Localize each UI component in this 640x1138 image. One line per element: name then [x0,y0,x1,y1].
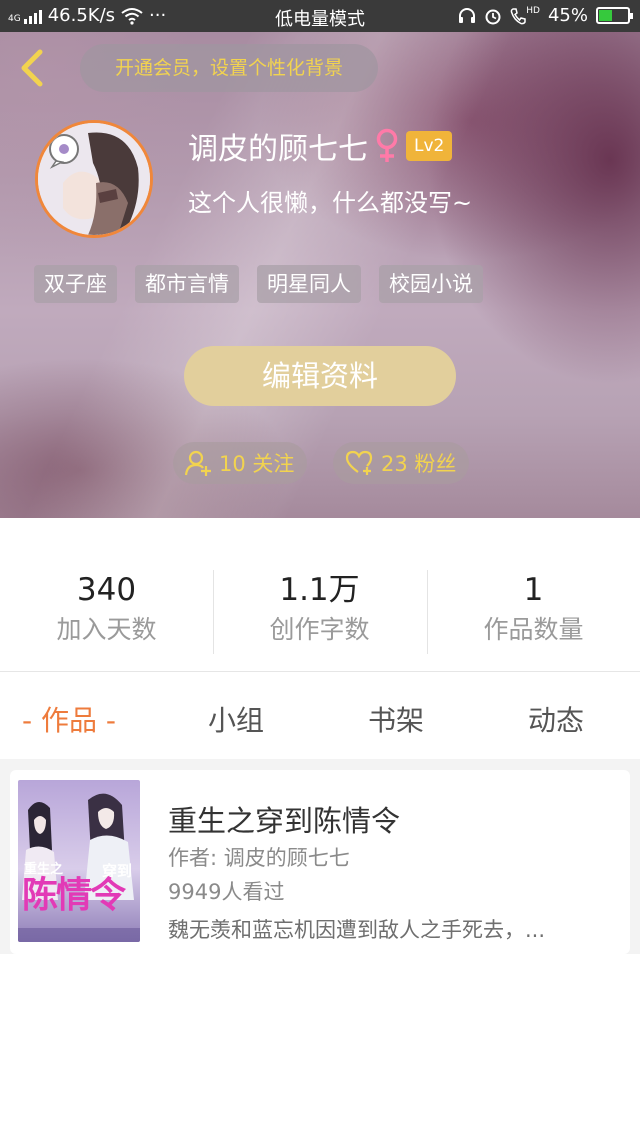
stat-value: 340 [76,572,137,608]
username-row: 调皮的顾七七 Lv2 [188,124,453,168]
fans-button[interactable]: 23 粉丝 [333,442,469,484]
tab-activity[interactable]: 动态 [528,699,584,739]
level-badge: Lv2 [406,131,453,161]
stat-days-joined[interactable]: 340 加入天数 [0,570,213,650]
following-button[interactable]: 10 关注 [173,442,307,484]
tab-groups[interactable]: 小组 [208,699,264,739]
hd-label: HD [526,5,540,16]
tag-zodiac: 双子座 [34,265,117,303]
female-gender-icon [376,128,398,162]
vip-background-button[interactable]: 开通会员，设置个性化背景 [80,44,378,92]
battery-icon [596,7,633,24]
stat-value: 1.1万 [279,572,360,608]
user-bio: 这个人很懒，什么都没写~ [188,189,473,217]
following-count: 10 关注 [219,452,295,476]
fans-count: 23 粉丝 [381,452,457,476]
stat-value: 1 [523,572,544,608]
user-add-icon [185,450,211,476]
tab-bookshelf[interactable]: 书架 [368,699,424,739]
call-icon [510,7,527,24]
status-bar: 4G 46.5K/s ··· 低电量模式 HD 45% [0,0,640,32]
battery-fill [599,10,612,21]
avatar-illustration [38,123,150,235]
tag-campus-novel: 校园小说 [379,265,483,303]
stat-works-count[interactable]: 1 作品数量 [427,570,640,650]
book-views: 9949人看过 [168,880,285,904]
tab-works[interactable]: - 作品 - [22,699,116,739]
edit-profile-button[interactable]: 编辑资料 [184,346,456,406]
tag-celebrity-fanfic: 明星同人 [257,265,361,303]
headset-icon [459,7,476,23]
book-author: 作者: 调皮的顾七七 [168,846,350,870]
profile-tabs: - 作品 - 小组 书架 动态 [0,673,640,759]
stat-label: 加入天数 [56,615,157,644]
avatar[interactable] [35,120,153,238]
back-arrow-icon[interactable] [14,48,54,88]
work-card[interactable]: 重生之 穿到 陈情令 重生之穿到陈情令 作者: 调皮的顾七七 9949人看过 魏… [10,770,630,954]
book-title[interactable]: 重生之穿到陈情令 [168,798,400,840]
interest-tags: 双子座 都市言情 明星同人 校园小说 [34,265,483,303]
stat-label: 作品数量 [483,615,584,644]
tag-urban-romance: 都市言情 [135,265,239,303]
username: 调皮的顾七七 [188,132,368,167]
heart-icon [345,450,373,475]
stat-label: 创作字数 [269,615,370,644]
cover-title-text: 陈情令 [22,875,126,916]
alarm-icon [485,9,501,24]
book-description: 魏无羡和蓝忘机因遭到敌人之手死去，... [168,918,546,942]
stat-words-written[interactable]: 1.1万 创作字数 [213,570,426,650]
stats-bar: 340 加入天数 1.1万 创作字数 1 作品数量 [0,518,640,672]
book-cover[interactable]: 重生之 穿到 陈情令 [18,780,140,942]
battery-percent: 45% [547,5,588,26]
